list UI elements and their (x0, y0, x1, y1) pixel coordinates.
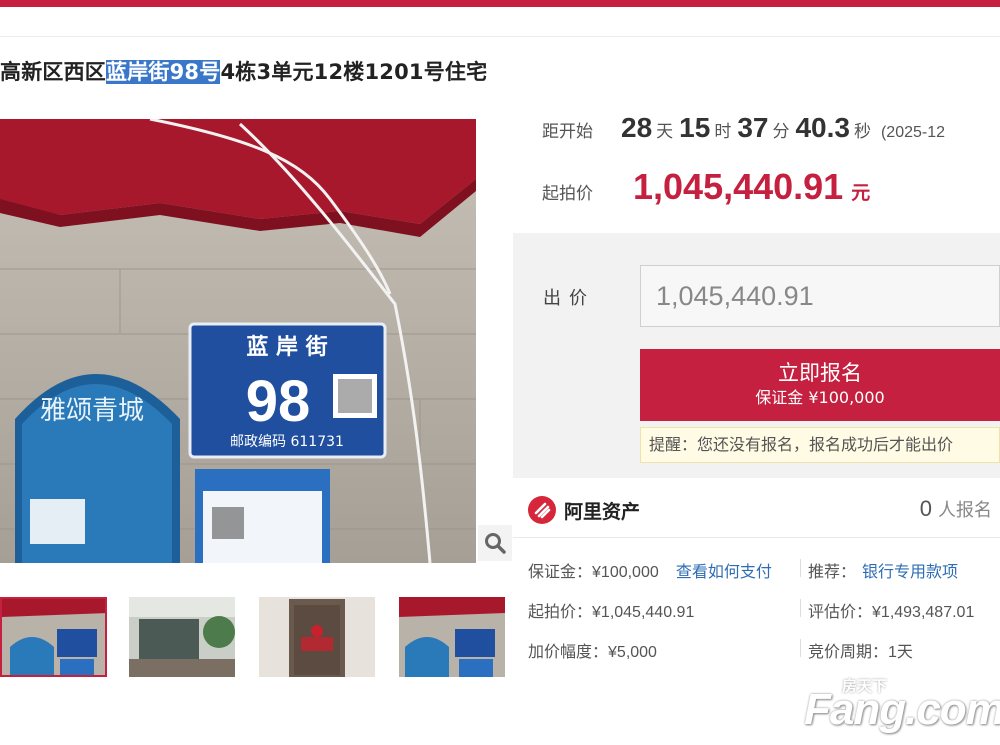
start-price-label: 起拍价 (542, 184, 593, 204)
countdown-days-unit: 天 (656, 122, 674, 142)
appraisal-value: ¥1,493,487.01 (872, 604, 975, 621)
start-price: 起拍价 1,045,440.91 元 (542, 166, 870, 208)
countdown-minutes-unit: 分 (772, 122, 790, 142)
svg-text:蓝 岸 街: 蓝 岸 街 (246, 334, 327, 360)
thumbnail-4[interactable] (399, 597, 505, 677)
detail-divider (800, 559, 801, 577)
countdown-seconds: 40.3 (795, 112, 850, 143)
detail-divider (800, 639, 801, 657)
countdown-hours: 15 (679, 112, 711, 143)
how-to-pay-link[interactable]: 查看如何支付 (676, 562, 772, 581)
start-price-info: 起拍价：¥1,045,440.91 (528, 598, 694, 622)
svg-text:98: 98 (246, 369, 311, 434)
start-price-value: 1,045,440.91 (633, 166, 844, 207)
start-price-unit: 元 (851, 182, 871, 204)
cycle-info: 竞价周期：1天 (808, 638, 913, 662)
thumbnail-1[interactable] (0, 597, 107, 677)
countdown-seconds-unit: 秒 (853, 122, 871, 142)
deposit-info: 保证金：¥100,000 查看如何支付 (528, 558, 772, 582)
svg-text:雅颂青城: 雅颂青城 (40, 396, 144, 426)
svg-text:邮政编码 611731: 邮政编码 611731 (230, 434, 344, 450)
start-price-info-label: 起拍价： (528, 602, 593, 621)
cycle-value: 1天 (888, 644, 913, 661)
increment-value: ¥5,000 (608, 644, 657, 661)
detail-divider (800, 599, 801, 617)
recommend-label: 推荐： (808, 562, 857, 581)
signup-button[interactable]: 立即报名 保证金 ¥100,000 (640, 349, 1000, 421)
watermark-main-text: Fang.com (804, 685, 1000, 734)
signup-deposit-label: 保证金 ¥100,000 (755, 388, 885, 407)
header-divider (0, 36, 1000, 37)
org-row: 阿里资产 0 人报名 (528, 494, 1000, 526)
registration-number: 0 (919, 496, 932, 521)
street-sign-photo: 雅颂青城 蓝 岸 街 98 邮政编码 611731 (0, 119, 476, 563)
listing-title: 高新区西区蓝岸街98号4栋3单元12楼1201号住宅 (0, 56, 487, 86)
appraisal-info: 评估价：¥1,493,487.01 (808, 598, 974, 622)
org-name[interactable]: 阿里资产 (564, 497, 640, 524)
countdown-date: (2025-12 (880, 124, 946, 141)
thumbnail-image (2, 599, 105, 675)
countdown-hours-unit: 时 (714, 122, 732, 142)
cycle-label: 竞价周期： (808, 642, 889, 661)
countdown-minutes: 37 (737, 112, 769, 143)
registration-label: 人报名 (938, 500, 992, 521)
zoom-button[interactable] (478, 525, 512, 561)
thumbnail-image (399, 597, 505, 677)
bid-amount-input[interactable] (640, 265, 1000, 327)
ali-assets-logo-icon (528, 496, 556, 524)
top-accent-bar (0, 0, 1000, 7)
thumbnail-image (129, 597, 235, 677)
thumbnail-3[interactable] (259, 597, 375, 677)
title-prefix: 高新区西区 (0, 60, 106, 84)
start-price-info-value: ¥1,045,440.91 (592, 604, 695, 621)
title-highlight: 蓝岸街98号 (106, 60, 221, 84)
bank-funds-link[interactable]: 银行专用款项 (862, 562, 958, 581)
increment-label: 加价幅度： (528, 642, 609, 661)
magnifier-icon (485, 533, 506, 554)
thumbnail-2[interactable] (129, 597, 235, 677)
signup-notice: 提醒：您还没有报名，报名成功后才能出价 (640, 427, 1000, 463)
bid-label: 出价 (543, 288, 595, 309)
fang-watermark: 房天下 Fang.com (804, 675, 1000, 735)
org-divider (513, 537, 1000, 538)
recommend-info: 推荐： 银行专用款项 (808, 558, 958, 582)
appraisal-label: 评估价： (808, 602, 873, 621)
countdown-label: 距开始 (542, 122, 593, 142)
signup-button-label: 立即报名 (778, 361, 862, 385)
title-suffix: 4栋3单元12楼1201号住宅 (220, 60, 488, 84)
deposit-label: 保证金： (528, 562, 593, 581)
registration-count: 0 人报名 (920, 496, 992, 522)
increment-info: 加价幅度：¥5,000 (528, 638, 657, 662)
main-photo[interactable]: 雅颂青城 蓝 岸 街 98 邮政编码 611731 (0, 119, 476, 563)
thumbnail-image (259, 597, 375, 677)
deposit-value: ¥100,000 (592, 564, 659, 581)
countdown: 距开始 28 天 15 时 37 分 40.3 秒 (2025-12 (542, 112, 945, 148)
countdown-days: 28 (621, 112, 653, 143)
